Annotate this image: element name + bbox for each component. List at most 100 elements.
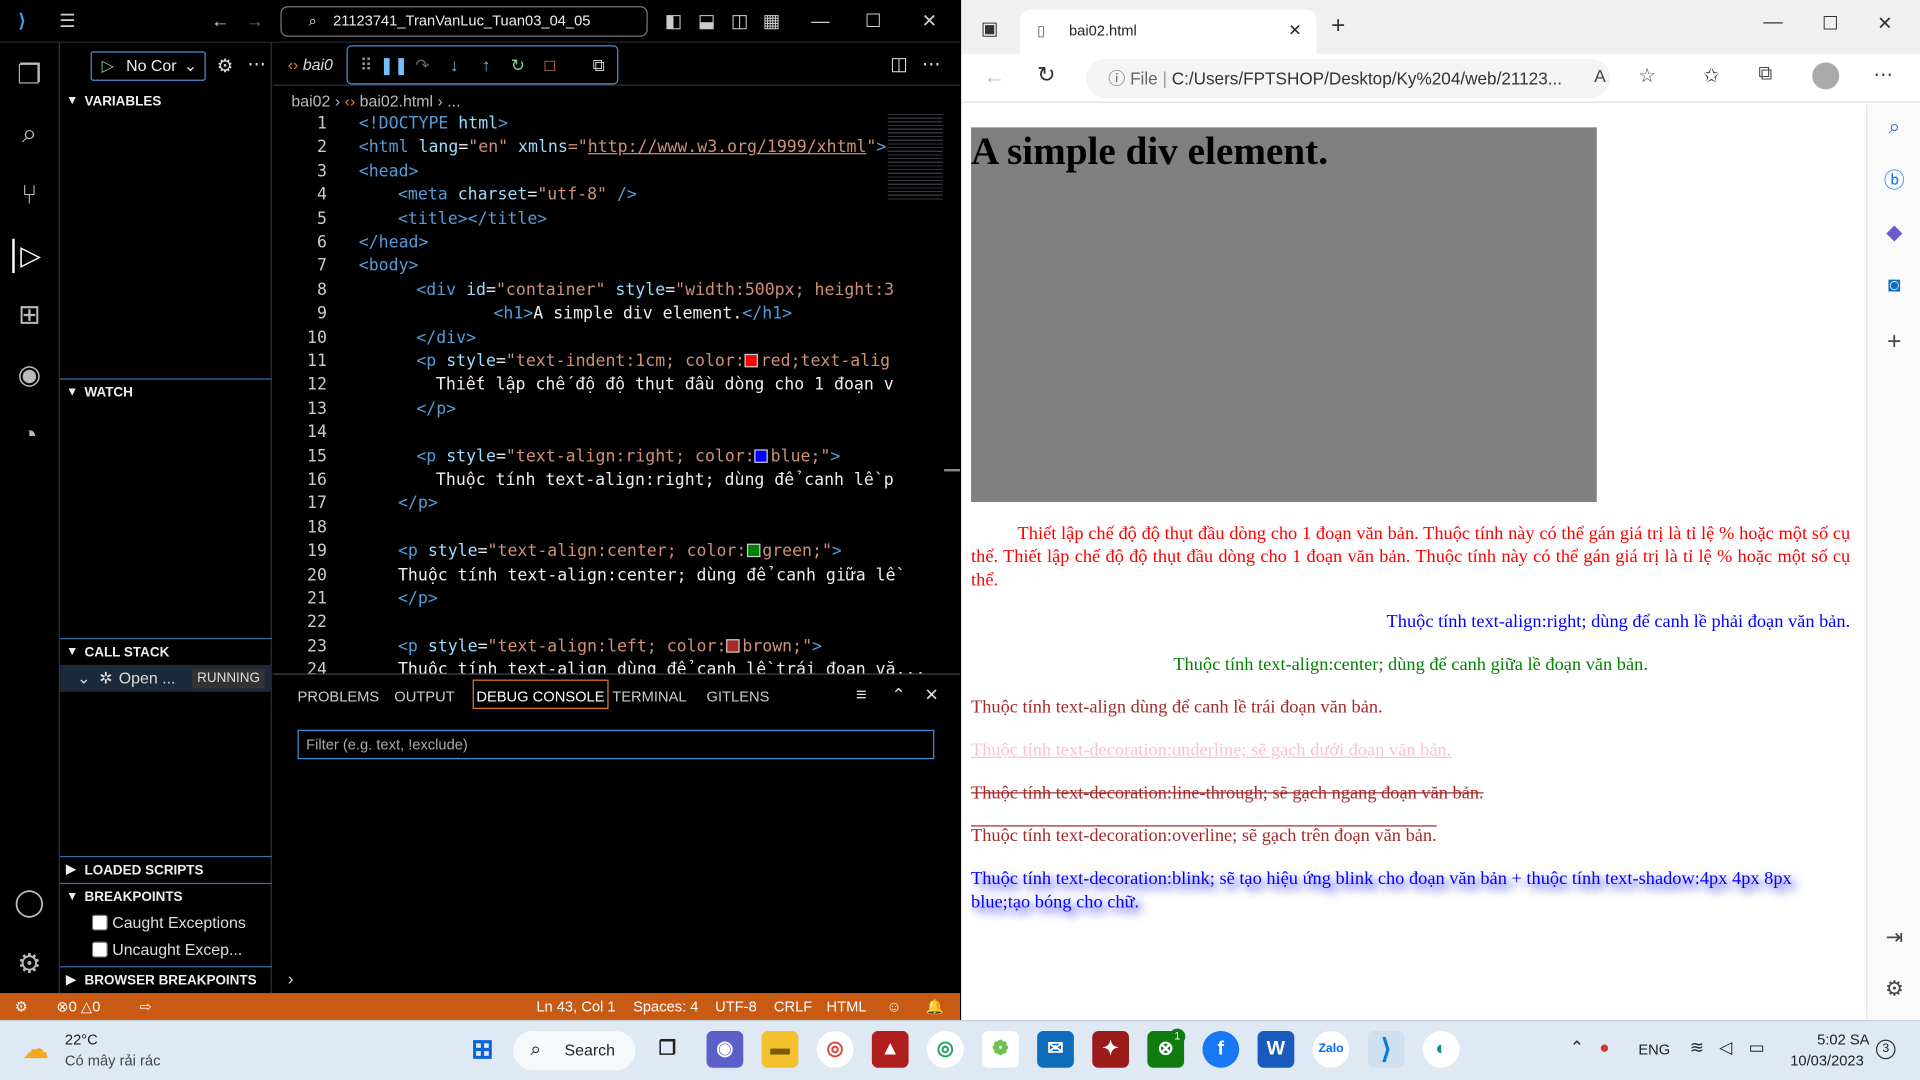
settings-gear-icon[interactable]: ⚙ <box>12 947 46 981</box>
volume-icon[interactable]: ◁ <box>1719 1037 1732 1058</box>
watch-section-header[interactable]: ▼ WATCH <box>60 378 272 405</box>
weather-icon[interactable]: ☁ <box>22 1033 49 1065</box>
editor-tab[interactable]: ‹› bai0 <box>273 43 346 86</box>
tab-output[interactable]: OUTPUT <box>394 687 454 716</box>
favorites-icon[interactable]: ✩ <box>1703 64 1719 88</box>
call-stack-section-header[interactable]: ▼ CALL STACK <box>60 637 272 665</box>
collections-icon[interactable]: ⧉ <box>1758 64 1772 86</box>
url-input[interactable]: ⓘ File | C:/Users/FPTSHOP/Desktop/Ky%204… <box>1086 58 1611 98</box>
run-config-select[interactable]: ▷ No Cor ⌄ <box>90 51 206 81</box>
step-out-icon[interactable]: ↑ <box>475 54 497 76</box>
start-debug-icon[interactable]: ▷ <box>102 53 114 80</box>
weather-desc[interactable]: Có mây rải rác <box>65 1052 161 1069</box>
tray-app-icon[interactable]: ● <box>1599 1037 1609 1057</box>
mail-icon[interactable]: ✉ <box>1037 1031 1074 1068</box>
color-swatch[interactable] <box>726 638 740 653</box>
call-stack-item[interactable]: ⌄ ✲ Open ... RUNNING <box>60 664 272 692</box>
chevron-up-icon[interactable]: ⌃ <box>1570 1037 1584 1058</box>
indentation[interactable]: Spaces: 4 <box>633 993 698 1020</box>
outlook-icon[interactable]: ◙ <box>1881 272 1908 299</box>
vscode-icon[interactable]: ⟩ <box>1367 1031 1405 1068</box>
facebook-icon[interactable]: f <box>1202 1031 1240 1068</box>
menu-icon[interactable]: ☰ <box>54 10 81 34</box>
filter-input[interactable]: Filter (e.g. text, !exclude) <box>297 729 935 760</box>
cursor-position[interactable]: Ln 43, Col 1 <box>536 993 615 1020</box>
back-arrow-icon[interactable]: ← <box>983 64 1005 90</box>
tab-problems[interactable]: PROBLEMS <box>298 687 380 716</box>
wifi-icon[interactable]: ≋ <box>1690 1037 1704 1058</box>
office-icon[interactable]: ◆ <box>1881 219 1908 246</box>
feedback-icon[interactable]: ☺ <box>887 993 902 1020</box>
more-actions-icon[interactable]: ⋯ <box>247 53 265 75</box>
tab-gitlens[interactable]: GITLENS <box>707 687 770 716</box>
breadcrumb-symbol[interactable]: ... <box>447 92 460 110</box>
zalo-icon[interactable]: Zalo <box>1312 1031 1350 1068</box>
source-control-icon[interactable]: ⑂ <box>12 178 46 212</box>
toggle-panel-icon[interactable]: ⬓ <box>694 10 718 34</box>
debug-status-icon[interactable]: ⇨ <box>140 993 152 1020</box>
clock-time[interactable]: 5:02 SA <box>1817 1031 1869 1048</box>
start-button[interactable]: ⊞ <box>464 1031 501 1068</box>
taskbar-search[interactable]: ⌕ Search <box>513 1031 636 1071</box>
search-icon[interactable]: ⌕ <box>12 116 46 150</box>
variables-section-header[interactable]: ▼ VARIABLES <box>60 88 272 115</box>
color-swatch[interactable] <box>754 448 769 463</box>
search-icon[interactable]: ⌕ <box>1881 114 1908 141</box>
notification-count[interactable]: 3 <box>1875 1039 1896 1060</box>
word-icon[interactable]: W <box>1257 1031 1295 1068</box>
battery-icon[interactable]: ▭ <box>1749 1037 1765 1058</box>
task-view-icon[interactable]: ❐ <box>649 1031 686 1068</box>
file-explorer-icon[interactable]: ▬ <box>761 1031 799 1068</box>
pause-icon[interactable]: ❚❚ <box>380 54 409 76</box>
filter-list-icon[interactable]: ≡ <box>856 684 867 705</box>
gear-icon[interactable]: ⚙ <box>217 55 233 77</box>
problems-status[interactable]: ⊗0 △0 <box>56 993 100 1020</box>
code-editor[interactable]: 1 2 3 4 5 6 7 8 9 10 11 12 13 14 15 16 1… <box>273 113 961 673</box>
profile-avatar[interactable] <box>1812 62 1840 90</box>
browser-tab[interactable]: ▯ bai02.html ✕ <box>1020 9 1317 54</box>
input-language[interactable]: ENG <box>1638 1041 1670 1058</box>
caught-exceptions-row[interactable]: Caught Exceptions <box>91 913 246 932</box>
weather-temp[interactable]: 22°C <box>65 1031 98 1048</box>
close-tab-icon[interactable]: ✕ <box>1288 10 1301 52</box>
close-icon[interactable]: ✕ <box>917 10 941 34</box>
color-swatch[interactable] <box>744 353 759 368</box>
chevron-up-icon[interactable]: ⌃ <box>891 684 905 705</box>
refresh-icon[interactable]: ↻ <box>1037 62 1055 88</box>
accounts-icon[interactable]: ◯ <box>12 885 46 919</box>
breadcrumb-folder[interactable]: bai02 <box>291 92 330 110</box>
forward-arrow-icon[interactable]: → <box>242 10 266 34</box>
chrome-profile-icon[interactable]: ◎ <box>926 1031 964 1068</box>
restart-icon[interactable]: ↻ <box>507 54 529 76</box>
loaded-scripts-section-header[interactable]: ▶ LOADED SCRIPTS <box>60 855 272 883</box>
remote-debug-icon[interactable]: ⚙ <box>15 993 28 1020</box>
caught-exceptions-checkbox[interactable] <box>91 914 108 931</box>
maximize-icon[interactable]: ☐ <box>1822 12 1838 34</box>
close-icon[interactable]: ✕ <box>1877 12 1892 34</box>
add-app-icon[interactable]: + <box>1881 328 1908 355</box>
inspect-icon[interactable]: ⧉ <box>588 54 610 76</box>
clock-date[interactable]: 10/03/2023 <box>1790 1052 1864 1069</box>
breadcrumb-file[interactable]: bai02.html <box>360 92 433 110</box>
customize-layout-icon[interactable]: ▦ <box>759 10 783 34</box>
settings-gear-icon[interactable]: ⚙ <box>1881 976 1908 1003</box>
stop-icon[interactable]: □ <box>539 54 561 76</box>
chevron-right-icon[interactable]: › <box>288 969 294 989</box>
uncaught-exceptions-checkbox[interactable] <box>91 941 108 958</box>
scrollbar-thumb[interactable] <box>944 468 961 472</box>
bing-chat-icon[interactable]: ⓑ <box>1881 168 1908 195</box>
teams-icon[interactable]: ◉ <box>706 1031 744 1068</box>
close-icon[interactable]: ✕ <box>924 684 938 705</box>
notifications-bell-icon[interactable]: 🔔 <box>926 993 944 1020</box>
language-mode[interactable]: HTML <box>827 993 867 1020</box>
browser-breakpoints-section-header[interactable]: ▶ BROWSER BREAKPOINTS <box>60 966 272 993</box>
split-editor-icon[interactable]: ◫ <box>890 53 907 75</box>
tab-terminal[interactable]: TERMINAL <box>612 687 686 716</box>
add-favorite-icon[interactable]: ☆ <box>1638 64 1656 88</box>
minimize-icon[interactable]: — <box>808 10 832 34</box>
github-icon[interactable]: ◉ <box>12 358 46 392</box>
tab-actions-icon[interactable]: ▣ <box>981 17 998 39</box>
new-tab-icon[interactable]: + <box>1331 12 1345 40</box>
run-debug-icon[interactable]: ▷ <box>12 238 46 274</box>
back-arrow-icon[interactable]: ← <box>208 10 232 34</box>
